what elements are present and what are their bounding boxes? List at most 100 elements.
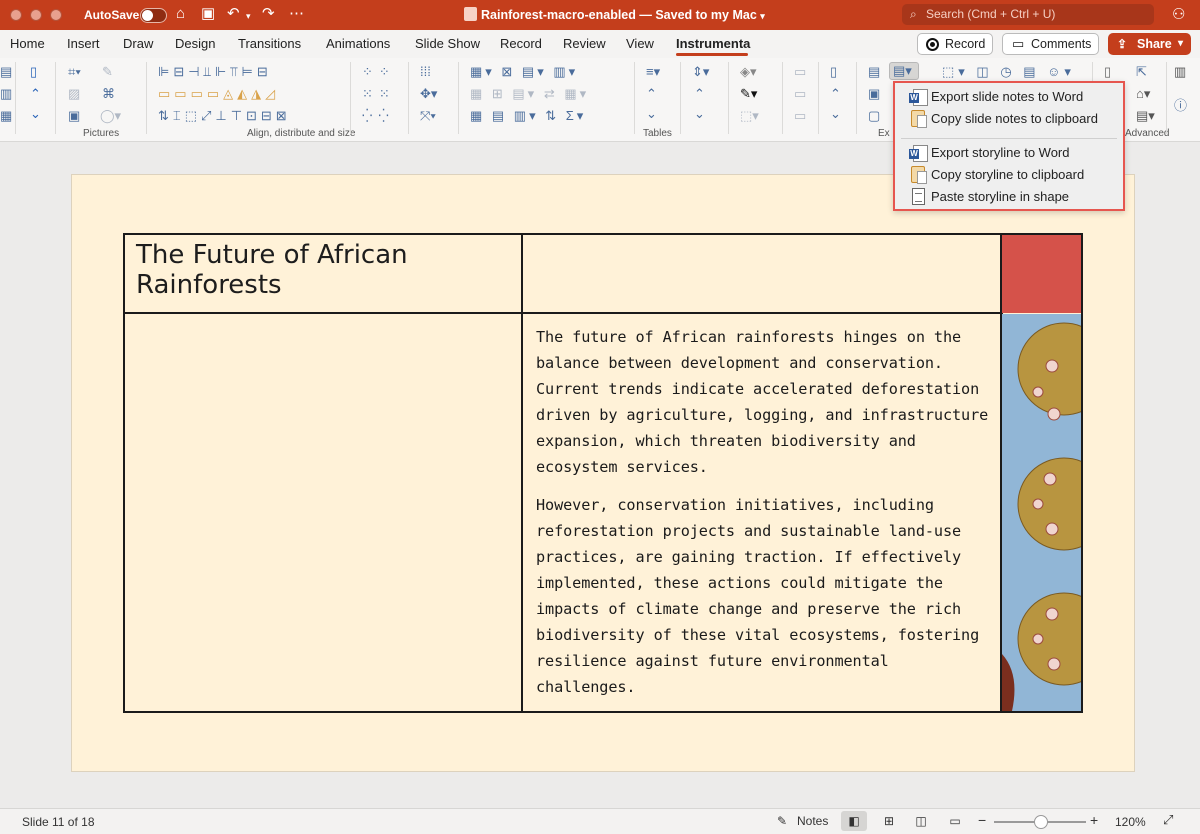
slide-show-button[interactable]: ▭ <box>942 811 968 831</box>
slide-title[interactable]: The Future of African Rainforests <box>136 240 516 300</box>
window-maximize-button[interactable] <box>50 9 62 21</box>
insert-tools-row[interactable]: ⬚▾ ◫ ◷ ▤ ☺▾ <box>942 64 1075 80</box>
tab-draw[interactable]: Draw <box>123 36 153 51</box>
export-dropdown-button[interactable]: ▤▾ <box>889 62 919 80</box>
tab-slide-show[interactable]: Slide Show <box>415 36 480 51</box>
slide-icon[interactable]: ▯ <box>30 64 37 80</box>
menu-item-copy-slide-notes-to-clipboard[interactable]: Copy slide notes to clipboard <box>909 110 1098 128</box>
slide-body-paragraph-1[interactable]: The future of African rainforests hinges… <box>536 324 1006 480</box>
move-icon[interactable]: ✥▾ <box>420 86 437 102</box>
text-box-icon[interactable]: ▭ <box>794 108 806 124</box>
ribbon-tool-icon[interactable]: ▦ <box>0 108 12 124</box>
undo-dropdown-icon[interactable]: ▾ <box>246 6 251 26</box>
menu-item-export-storyline-to-word[interactable]: Export storyline to Word <box>909 144 1069 162</box>
shape-fill-icon[interactable]: ◯▾ <box>100 108 121 124</box>
chevron-up-icon[interactable]: ⌃ <box>694 86 705 102</box>
tab-review[interactable]: Review <box>563 36 606 51</box>
properties-icon[interactable]: ▤▾ <box>1136 108 1155 124</box>
share-button[interactable]: ⇪ Share ▾ <box>1108 33 1191 55</box>
slide-icon[interactable]: ▯ <box>830 64 837 80</box>
document-title[interactable]: Rainforest-macro-enabled — Saved to my M… <box>464 7 765 22</box>
zoom-slider-thumb[interactable] <box>1034 815 1048 829</box>
tab-transitions[interactable]: Transitions <box>238 36 301 51</box>
body-line: implemented, these actions could mitigat… <box>536 574 943 592</box>
line-spacing-icon[interactable]: ⇕▾ <box>692 64 709 80</box>
tag-icon[interactable]: ⌂▾ <box>1136 86 1150 102</box>
image-icon[interactable]: ▣ <box>68 108 80 124</box>
spacing-icons[interactable]: ⁙⁙ <box>362 86 396 102</box>
align-tools-row2[interactable]: ▭▭▭▭◬◭◮◿ <box>158 86 279 102</box>
page-icon[interactable]: ▯ <box>1104 64 1111 80</box>
notes-icon[interactable]: ▣ <box>868 86 880 102</box>
reading-view-button[interactable]: ◫ <box>908 811 934 831</box>
slide-sorter-button[interactable]: ⊞ <box>876 811 902 831</box>
share-icon: ⇪ <box>1117 37 1128 51</box>
window-minimize-button[interactable] <box>30 9 42 21</box>
menu-item-export-slide-notes-to-word[interactable]: Export slide notes to Word <box>909 88 1083 106</box>
text-align-icon[interactable]: ≡▾ <box>646 64 660 80</box>
tab-animations[interactable]: Animations <box>326 36 390 51</box>
tab-design[interactable]: Design <box>175 36 215 51</box>
undo-icon[interactable]: ↶ <box>227 4 240 24</box>
resize-icon[interactable]: ⤧▾ <box>420 108 436 124</box>
align-tools-row3[interactable]: ⇅⌶⬚⤢⊥⊤⊡⊟⊠ <box>158 108 291 124</box>
save-icon[interactable]: ▣ <box>201 4 215 24</box>
eyedropper-icon[interactable]: ✎ <box>102 64 113 80</box>
notes-button[interactable]: ✎ Notes <box>777 813 828 829</box>
crop-fit-icon[interactable]: ⌘ <box>102 86 115 102</box>
select-icon[interactable]: ⇱ <box>1136 64 1147 80</box>
table-tools-row1[interactable]: ▦▾ ⊠ ▤▾ ▥▾ <box>470 64 578 80</box>
home-icon[interactable]: ⌂ <box>176 4 185 24</box>
clipboard-icon[interactable]: ▥ <box>1174 64 1186 80</box>
window-close-button[interactable] <box>10 9 22 21</box>
tab-record[interactable]: Record <box>500 36 542 51</box>
crop-icon[interactable]: ⌗▾ <box>68 64 81 80</box>
notes-export-icon[interactable]: ▤ <box>868 64 880 80</box>
menu-item-copy-storyline-to-clipboard[interactable]: Copy storyline to clipboard <box>909 166 1084 184</box>
menu-item-paste-storyline-in-shape[interactable]: Paste storyline in shape <box>909 188 1069 206</box>
accent-block[interactable] <box>1002 235 1081 313</box>
chevron-down-icon[interactable]: ⌄ <box>694 106 705 122</box>
autosave-toggle[interactable] <box>140 8 167 23</box>
zoom-level[interactable]: 120% <box>1115 815 1146 829</box>
zoom-in-button[interactable]: + <box>1090 812 1098 828</box>
decorative-pattern-image[interactable] <box>1002 314 1081 711</box>
chevron-down-icon[interactable]: ⌄ <box>646 106 657 122</box>
pen-color-icon[interactable]: ✎▾ <box>740 86 757 102</box>
chevron-up-icon[interactable]: ⌃ <box>646 86 657 102</box>
chevron-down-icon[interactable]: ⌄ <box>830 106 841 122</box>
grid-icons[interactable]: ⁛⁛ <box>362 108 395 124</box>
border-icon[interactable]: ⬚▾ <box>740 108 759 124</box>
comments-button[interactable]: ▭ Comments <box>1002 33 1099 55</box>
record-button[interactable]: Record <box>917 33 993 55</box>
table-tools-row2[interactable]: ▦ ⊞ ▤▾ ⇄ ▦▾ <box>470 86 589 102</box>
text-box-icon[interactable]: ▭ <box>794 64 806 80</box>
chevron-down-icon[interactable]: ⌄ <box>30 106 41 122</box>
normal-view-button[interactable]: ◧ <box>841 811 867 831</box>
matrix-icon[interactable]: ⁞⁞⁞ <box>420 64 431 80</box>
fit-to-window-icon[interactable]: ⤢ <box>1163 812 1173 828</box>
chevron-up-icon[interactable]: ⌃ <box>830 86 841 102</box>
tab-insert[interactable]: Insert <box>67 36 100 51</box>
align-tools-row1[interactable]: ⊫⊟⊣⫫⊩⫪⊨⊟ <box>158 64 272 80</box>
picture-icon[interactable]: ▨ <box>68 86 80 102</box>
document-icon[interactable]: ▢ <box>868 108 880 124</box>
more-icon[interactable]: ⋯ <box>289 4 304 24</box>
ribbon-tool-icon[interactable]: ▤ <box>0 64 12 80</box>
distribute-icons[interactable]: ⁘⁘ <box>362 64 396 80</box>
ribbon-tabs: Home Insert Draw Design Transitions Anim… <box>0 30 1200 58</box>
help-icon[interactable]: ⓘ <box>1174 98 1187 114</box>
table-tools-row3[interactable]: ▦ ▤ ▥▾ ⇅ Σ▾ <box>470 108 586 124</box>
tab-home[interactable]: Home <box>10 36 45 51</box>
redo-icon[interactable]: ↷ <box>262 4 275 24</box>
search-input[interactable]: ⌕ Search (Cmd + Ctrl + U) <box>902 4 1154 25</box>
collaborate-icon[interactable]: ⚇ <box>1172 5 1185 23</box>
text-box-icon[interactable]: ▭ <box>794 86 806 102</box>
fill-color-icon[interactable]: ◈▾ <box>740 64 757 80</box>
chevron-up-icon[interactable]: ⌃ <box>30 86 41 102</box>
ribbon-tool-icon[interactable]: ▥ <box>0 86 12 102</box>
slide-body-paragraph-2[interactable]: However, conservation initiatives, inclu… <box>536 492 1006 700</box>
zoom-out-button[interactable]: − <box>978 812 986 828</box>
tab-view[interactable]: View <box>626 36 654 51</box>
tab-instrumenta[interactable]: Instrumenta <box>676 36 750 51</box>
